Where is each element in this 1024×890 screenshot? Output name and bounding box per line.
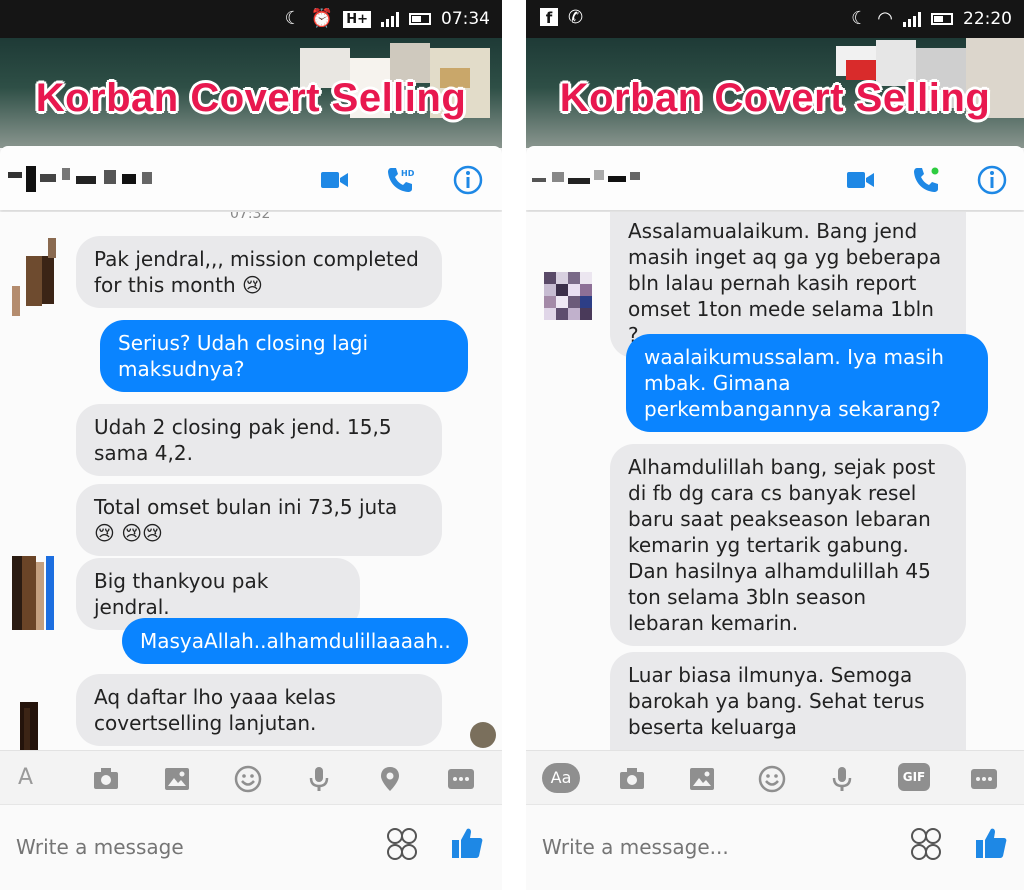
composer [0,804,502,890]
incoming-message: Udah 2 closing pak jend. 15,5 sama 4,2. [76,404,442,476]
video-call-icon[interactable] [844,164,876,196]
like-icon[interactable] [450,825,484,861]
chat-header: HD [0,146,502,210]
microphone-icon[interactable] [305,765,333,793]
wifi-icon: ◠ [877,8,893,29]
banner: Korban Covert Selling [0,38,502,148]
moon-icon: ☾ [851,8,868,29]
video-call-icon[interactable] [318,164,350,196]
chat-header [526,146,1024,210]
incoming-message: Alhamdulillah bang, sejak post di fb dg … [610,444,966,646]
gif-icon[interactable]: GIF [898,763,930,791]
incoming-message: Luar biasa ilmunya. Semoga barokah ya ba… [610,652,966,750]
more-icon[interactable] [447,765,475,793]
svg-text:HD: HD [401,169,415,178]
clock: 07:34 [441,9,490,29]
stickers-icon[interactable] [910,827,942,861]
left-screenshot: ☾ ⏰ H+ 07:34 Korban Covert Selling HD 07… [0,0,502,890]
composer [526,804,1024,890]
composer-toolbar: Aa GIF [526,750,1024,804]
avatar [14,702,44,750]
gallery-icon[interactable] [688,765,716,793]
incoming-message: Pak jendral,,, mission completed for thi… [76,236,442,308]
battery-icon [931,13,953,25]
signal-icon [903,11,921,27]
whatsapp-notification-icon: ✆ [568,7,584,28]
network-type: H+ [343,10,371,28]
alarm-icon: ⏰ [310,8,334,29]
right-screenshot: f ✆ ☾ ◠ 22:20 Korban Covert Selling Assa… [526,0,1024,890]
info-icon[interactable] [976,164,1008,196]
contact-name-obfuscated [532,170,640,184]
message-input[interactable] [542,831,872,863]
emoji-icon[interactable] [234,765,262,793]
conversation[interactable]: Assalamualaikum. Bang jend masih inget a… [526,212,1024,750]
camera-icon[interactable] [92,765,120,793]
outgoing-message: Serius? Udah closing lagi maksudnya? [100,320,468,392]
composer-toolbar: A [0,750,502,804]
contact-name-obfuscated [8,166,152,192]
voice-call-icon[interactable] [910,164,942,196]
text-format-icon[interactable]: Aa [542,763,580,793]
like-icon[interactable] [974,825,1008,861]
emoji-icon[interactable] [758,765,786,793]
banner-title: Korban Covert Selling [35,76,467,120]
facebook-notification-icon: f [540,8,558,27]
microphone-icon[interactable] [828,765,856,793]
banner: Korban Covert Selling [526,38,1024,148]
avatar [544,272,592,324]
location-icon[interactable] [376,765,404,793]
battery-icon [409,13,431,25]
status-bar: f ✆ ☾ ◠ 22:20 [526,0,1024,38]
avatar [12,226,68,316]
status-bar: ☾ ⏰ H+ 07:34 [0,0,502,38]
more-icon[interactable] [970,765,998,793]
text-format-icon[interactable]: A [18,765,33,790]
message-input[interactable] [16,831,346,863]
info-icon[interactable] [452,164,484,196]
gallery-icon[interactable] [163,765,191,793]
conversation[interactable]: 07:32 Pak jendral,,, mission completed f… [0,212,502,750]
stickers-icon[interactable] [386,827,418,861]
moon-icon: ☾ [284,8,301,29]
seen-avatar [470,722,496,748]
outgoing-message: waalaikumussalam. Iya masih mbak. Gimana… [626,334,988,432]
avatar [12,552,60,634]
signal-icon [381,11,399,27]
message-timestamp: 07:32 [230,212,271,222]
camera-icon[interactable] [618,765,646,793]
incoming-message: Aq daftar lho yaaa kelas covertselling l… [76,674,442,746]
incoming-message: Total omset bulan ini 73,5 juta 😢 😢😢 [76,484,442,556]
clock: 22:20 [963,9,1012,29]
outgoing-message: MasyaAllah..alhamdulillaaaah.. [122,618,468,664]
banner-title: Korban Covert Selling [559,76,991,120]
hd-voice-call-icon[interactable]: HD [384,164,416,196]
